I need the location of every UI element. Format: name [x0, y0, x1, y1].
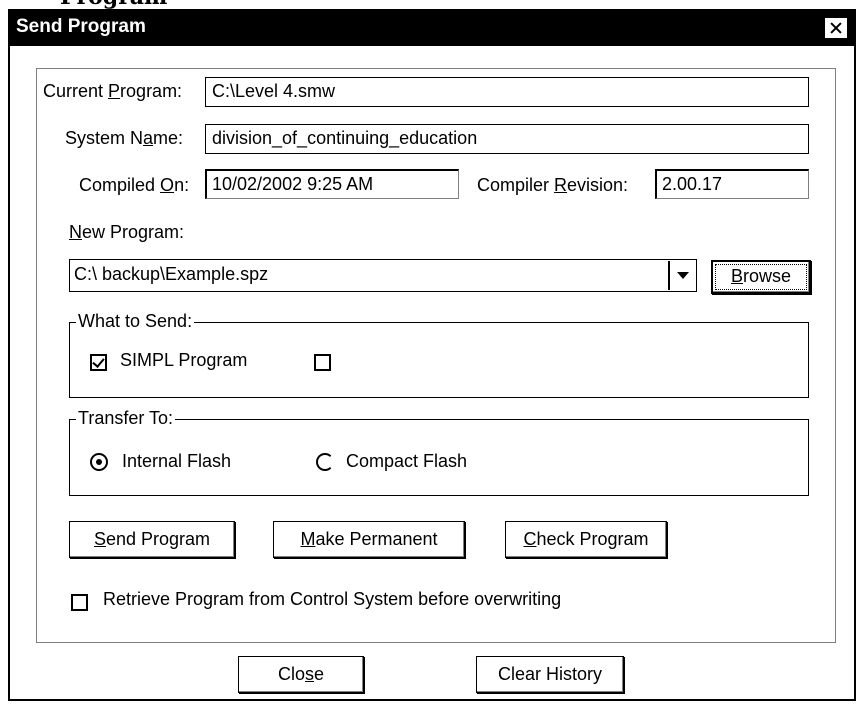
what-to-send-legend: What to Send:	[76, 311, 195, 332]
label-accelerator: S	[93, 529, 106, 549]
label-part: ake Permanent	[315, 529, 438, 549]
dialog-title: Send Program	[16, 16, 146, 37]
label-accelerator: P	[108, 81, 121, 101]
new-program-value: C:\ backup\Example.spz	[74, 264, 269, 284]
label-accelerator: M	[300, 529, 316, 549]
clear-history-button[interactable]: Clear History	[476, 656, 624, 693]
retrieve-program-label: Retrieve Program from Control System bef…	[103, 589, 562, 609]
label-part: Compiled	[79, 175, 161, 195]
compiler-revision-field: 2.00.17	[655, 169, 809, 199]
simpl-program-checkbox[interactable]	[90, 354, 107, 371]
label-part: rowse	[743, 266, 792, 286]
label-part: heck Program	[536, 529, 649, 549]
label-accelerator: R	[554, 175, 568, 195]
check-program-button[interactable]: Check Program	[505, 521, 667, 558]
label-accelerator: B	[730, 266, 743, 286]
send-program-dialog: Send Program Current Program: C:\Level 4…	[8, 9, 856, 701]
simpl-program-label: SIMPL Program	[120, 350, 248, 370]
browse-button[interactable]: Browse	[711, 260, 811, 294]
chevron-down-icon[interactable]	[668, 261, 695, 290]
close-icon[interactable]	[824, 17, 848, 39]
unlabeled-checkbox[interactable]	[314, 354, 331, 371]
retrieve-program-checkbox[interactable]	[71, 594, 88, 611]
label-part: Compiler	[477, 175, 555, 195]
transfer-to-group: Transfer To: Internal Flash Compact Flas…	[69, 408, 809, 496]
label-part: n:	[174, 175, 190, 195]
compact-flash-label: Compact Flash	[346, 451, 468, 471]
title-bar[interactable]: Send Program	[10, 11, 854, 46]
label-part: ew Program:	[82, 222, 185, 242]
cropped-heading: Program	[60, 0, 167, 9]
label-part: Clo	[277, 664, 305, 684]
label-accelerator: a	[143, 128, 154, 148]
compact-flash-radio[interactable]	[316, 453, 334, 471]
label-part: me:	[153, 128, 184, 148]
compiled-on-field: 10/02/2002 9:25 AM	[205, 169, 459, 199]
compiled-on-label: Compiled On:	[79, 175, 189, 196]
label-part: rogram:	[120, 81, 183, 101]
system-name-label: System Name:	[65, 128, 183, 149]
what-to-send-group: What to Send: SIMPL Program	[69, 311, 809, 398]
main-group: Current Program: C:\Level 4.smw System N…	[36, 68, 836, 643]
label-part: evision:	[567, 175, 629, 195]
new-program-combobox[interactable]: C:\ backup\Example.spz	[69, 259, 697, 292]
internal-flash-label: Internal Flash	[122, 451, 232, 471]
label-accelerator: O	[160, 175, 175, 195]
label-accelerator: N	[69, 222, 82, 242]
cropped-header-text: Program	[0, 0, 864, 9]
internal-flash-radio[interactable]	[90, 453, 108, 471]
label-part: Current	[43, 81, 109, 101]
label-part: System N	[65, 128, 144, 148]
dialog-content: Current Program: C:\Level 4.smw System N…	[10, 46, 854, 699]
make-permanent-button[interactable]: Make Permanent	[273, 521, 465, 558]
current-program-label: Current Program:	[43, 81, 182, 102]
new-program-label: New Program:	[69, 222, 184, 243]
label-part: end Program	[105, 529, 211, 549]
current-program-field: C:\Level 4.smw	[205, 77, 809, 107]
send-program-button[interactable]: Send Program	[69, 521, 235, 558]
label-accelerator: s	[305, 664, 314, 684]
system-name-field: division_of_continuing_education	[205, 124, 809, 154]
compiler-revision-label: Compiler Revision:	[477, 175, 628, 196]
close-button[interactable]: Close	[238, 656, 364, 693]
transfer-to-legend: Transfer To:	[76, 408, 176, 429]
label-accelerator: C	[523, 529, 537, 549]
label-part: e	[314, 664, 325, 684]
